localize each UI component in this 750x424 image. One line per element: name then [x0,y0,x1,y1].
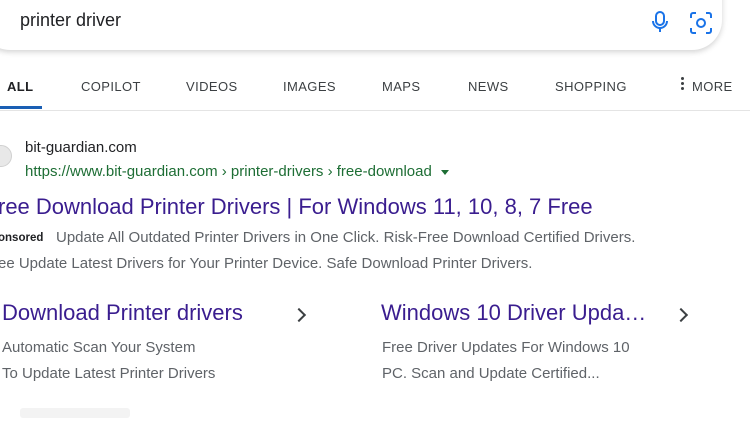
tab-images[interactable]: IMAGES [283,79,336,94]
sitelink-windows-10-driver-update[interactable]: Windows 10 Driver Upda… [381,300,646,326]
active-tab-indicator [0,106,42,109]
sponsored-label: onsored [0,232,44,244]
tab-news[interactable]: NEWS [468,79,509,94]
dropdown-arrow-icon[interactable] [440,169,449,175]
vertical-dots-icon[interactable] [681,77,685,91]
next-result-placeholder [20,408,130,418]
visual-search-icon[interactable] [688,10,714,36]
result-description-line1: Update All Outdated Printer Drivers in O… [56,229,636,246]
result-url[interactable]: https://www.bit-guardian.com › printer-d… [25,163,449,180]
tab-videos[interactable]: VIDEOS [186,79,238,94]
sitelink-desc-line1: Automatic Scan Your System [2,339,196,356]
search-input[interactable]: printer driver [20,10,121,31]
sitelink-desc-line2: PC. Scan and Update Certified... [382,365,600,382]
sitelink-download-printer-drivers[interactable]: Download Printer drivers [2,300,243,326]
result-title-link[interactable]: ree Download Printer Drivers | For Windo… [0,194,593,220]
sitelink-desc-line2: To Update Latest Printer Drivers [2,365,216,382]
tab-shopping[interactable]: SHOPPING [555,79,627,94]
search-results-page: printer driver ALL COPILOT VIDEOS IMAGES… [0,0,750,424]
result-description-line2: ee Update Latest Drivers for Your Printe… [0,255,533,272]
tab-more[interactable]: MORE [692,79,733,94]
sitelink-desc-line1: Free Driver Updates For Windows 10 [382,339,630,356]
search-box[interactable]: printer driver [0,0,722,50]
site-name[interactable]: bit-guardian.com [25,139,137,156]
tab-all[interactable]: ALL [7,79,33,94]
result-url-text[interactable]: https://www.bit-guardian.com › printer-d… [25,163,432,180]
microphone-icon[interactable] [649,10,671,34]
chevron-right-icon[interactable] [291,307,307,323]
tab-maps[interactable]: MAPS [382,79,420,94]
chevron-right-icon[interactable] [673,307,689,323]
site-favicon [0,145,12,167]
search-tabs: ALL COPILOT VIDEOS IMAGES MAPS NEWS SHOP… [0,62,750,111]
tab-copilot[interactable]: COPILOT [81,79,141,94]
